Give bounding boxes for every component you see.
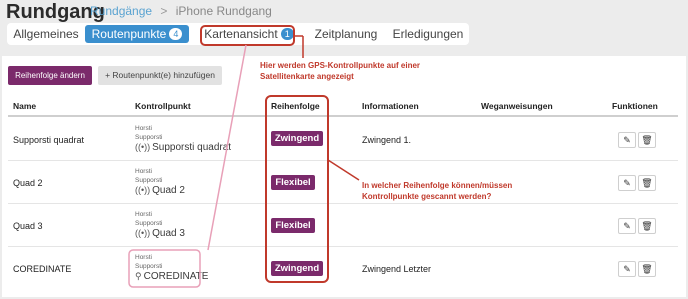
checkpoint-owner: Horsti (135, 125, 152, 132)
tab-label: Routenpunkte (91, 27, 167, 41)
column-header-name: Name (13, 101, 37, 111)
checkpoint-link[interactable]: ⚲ COREDINATE (135, 271, 208, 282)
annotation-order-note: In welcher Reihenfolge können/müssen Kon… (362, 181, 513, 201)
checkpoint-link[interactable]: ((•)) Supporsti quadrat (135, 142, 231, 153)
checkpoint-label: Quad 2 (152, 185, 185, 196)
tab-kartenansicht[interactable]: Kartenansicht 1 (203, 25, 295, 43)
annotation-map-note: Hier werden GPS-Kontrollpunkte auf einer… (260, 61, 421, 81)
trash-icon[interactable]: 🗑 (638, 218, 656, 234)
routepoint-name: Quad 2 (13, 178, 43, 188)
column-header-functions: Funktionen (612, 101, 658, 111)
info-text: Zwingend 1. (362, 135, 412, 145)
routepoint-name: Supporsti quadrat (13, 135, 85, 145)
order-badge: Zwingend (271, 131, 323, 146)
row-divider (8, 203, 678, 204)
checkpoint-owner: Horsti (135, 211, 152, 218)
checkpoint-label: COREDINATE (143, 271, 209, 282)
routepoint-name: Quad 3 (13, 221, 43, 231)
map-pin-icon: ⚲ (135, 271, 142, 281)
column-header-checkpoint: Kontrollpunkt (135, 101, 191, 111)
row-divider (8, 160, 678, 161)
breadcrumb-separator: > (160, 4, 168, 18)
count-badge: 1 (280, 28, 294, 40)
reorder-button[interactable]: Reihenfolge ändern (8, 66, 92, 85)
tab-allgemeines[interactable]: Allgemeines (11, 25, 81, 43)
nfc-icon: ((•)) (135, 228, 151, 238)
pencil-icon[interactable]: ✎ (618, 261, 636, 277)
row-divider (8, 246, 678, 247)
checkpoint-group: Supporsti (135, 134, 163, 141)
content-panel (2, 56, 686, 297)
tab-label: Allgemeines (13, 27, 79, 41)
column-header-info: Informationen (362, 101, 419, 111)
nfc-icon: ((•)) (135, 142, 151, 152)
trash-icon[interactable]: 🗑 (638, 261, 656, 277)
trash-icon[interactable]: 🗑 (638, 175, 656, 191)
routepoint-name: COREDINATE (13, 264, 72, 274)
table-header-divider (8, 115, 678, 117)
breadcrumb-link-rundgaenge[interactable]: Rundgänge (90, 4, 152, 18)
pencil-icon[interactable]: ✎ (618, 132, 636, 148)
tab-bar: Allgemeines Routenpunkte 4 Kartenansicht 1… (7, 23, 469, 45)
checkpoint-label: Quad 3 (152, 228, 185, 239)
checkpoint-owner: Horsti (135, 168, 152, 175)
tab-label: Kartenansicht (204, 27, 278, 41)
breadcrumb: Rundgänge > iPhone Rundgang (90, 4, 272, 18)
order-badge: Flexibel (271, 218, 315, 233)
checkpoint-group: Supporsti (135, 177, 163, 184)
checkpoint-label: Supporsti quadrat (152, 142, 232, 153)
tab-label: Zeitplanung (314, 27, 378, 41)
tab-label: Erledigungen (392, 27, 464, 41)
order-badge: Flexibel (271, 175, 315, 190)
checkpoint-link[interactable]: ((•)) Quad 3 (135, 228, 185, 239)
column-header-directions: Weganweisungen (481, 101, 553, 111)
checkpoint-group: Supporsti (135, 220, 163, 227)
add-routepoint-button[interactable]: + Routenpunkt(e) hinzufügen (98, 66, 222, 85)
count-badge: 4 (169, 28, 183, 40)
order-badge: Zwingend (271, 261, 323, 276)
info-text: Zwingend Letzter (362, 264, 432, 274)
tab-routenpunkte[interactable]: Routenpunkte 4 (85, 25, 189, 43)
checkpoint-group: Supporsti (135, 263, 163, 270)
tab-erledigungen[interactable]: Erledigungen (391, 25, 465, 43)
nfc-icon: ((•)) (135, 185, 151, 195)
trash-icon[interactable]: 🗑 (638, 132, 656, 148)
checkpoint-owner: Horsti (135, 254, 152, 261)
tab-zeitplanung[interactable]: Zeitplanung (311, 25, 381, 43)
pencil-icon[interactable]: ✎ (618, 218, 636, 234)
breadcrumb-current: iPhone Rundgang (175, 4, 272, 18)
checkpoint-link[interactable]: ((•)) Quad 2 (135, 185, 185, 196)
pencil-icon[interactable]: ✎ (618, 175, 636, 191)
column-header-order: Reihenfolge (271, 101, 320, 111)
